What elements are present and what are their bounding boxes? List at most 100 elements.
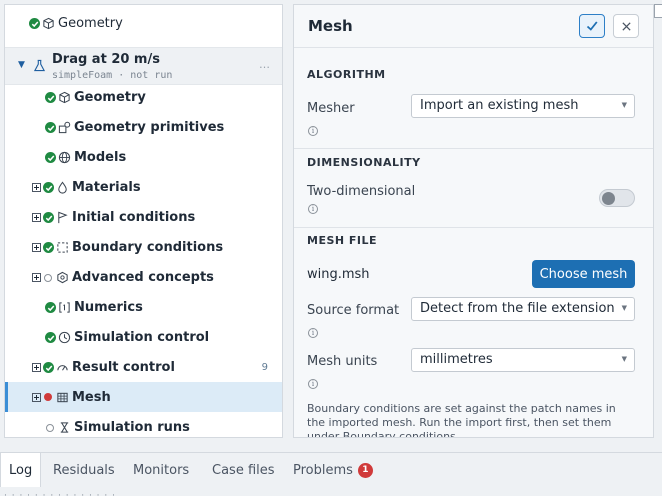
tree-item-numerics[interactable]: Numerics xyxy=(45,300,280,315)
source-format-select[interactable]: Detect from the file extension ▼ xyxy=(411,297,635,321)
info-icon[interactable]: i xyxy=(308,204,318,214)
choose-mesh-button[interactable]: Choose mesh xyxy=(532,260,635,288)
tree-item-simulation-control[interactable]: Simulation control xyxy=(45,330,280,345)
panel-edge-handle[interactable] xyxy=(654,4,662,18)
panel-header: Mesh xyxy=(294,5,653,48)
status-done-icon xyxy=(43,362,54,373)
case-tree: Geometry ▼ Drag at 20 m/s simpleFoam · n… xyxy=(4,4,283,438)
mesh-file-name: wing.msh xyxy=(307,267,370,282)
status-done-icon xyxy=(45,332,56,343)
tab-log[interactable]: Log xyxy=(0,453,42,487)
close-button[interactable] xyxy=(613,14,639,38)
panel-title: Mesh xyxy=(308,17,353,35)
tree-item-initial-conditions[interactable]: Initial conditions xyxy=(32,210,280,225)
grid-icon xyxy=(56,391,69,404)
status-done-icon xyxy=(43,182,54,193)
cube-icon xyxy=(58,91,71,104)
numerics-icon xyxy=(58,301,71,314)
info-icon[interactable]: i xyxy=(308,328,318,338)
source-format-label: Source format xyxy=(307,303,400,318)
flask-icon xyxy=(33,57,46,72)
status-done-icon xyxy=(45,152,56,163)
tree-item-boundary-conditions[interactable]: Boundary conditions xyxy=(32,240,280,255)
tree-item-mesh[interactable]: Mesh xyxy=(5,382,282,412)
status-pending-icon xyxy=(44,273,52,282)
tree-item-label: Geometry xyxy=(74,90,146,105)
tab-label: Residuals xyxy=(53,462,115,478)
status-done-icon xyxy=(43,212,54,223)
expand-icon[interactable] xyxy=(32,363,41,372)
app-window: Geometry ▼ Drag at 20 m/s simpleFoam · n… xyxy=(0,0,662,496)
status-error-icon xyxy=(44,393,52,401)
more-options-icon[interactable]: … xyxy=(259,58,270,71)
tree-item-label: Result control xyxy=(72,360,175,375)
chevron-down-icon: ▼ xyxy=(621,304,627,312)
tree-item-geometry[interactable]: Geometry xyxy=(45,90,280,105)
tree-item-result-control[interactable]: Result control 9 xyxy=(32,360,280,375)
result-count-badge: 9 xyxy=(261,362,268,373)
problems-count-badge: 1 xyxy=(357,462,373,478)
expand-icon[interactable] xyxy=(32,183,41,192)
tree-item-label: Advanced concepts xyxy=(72,270,214,285)
tree-item-geometry-primitives[interactable]: Geometry primitives xyxy=(45,120,280,135)
status-done-icon xyxy=(43,242,54,253)
log-output-line: · · · · · · · · · · · · · · · xyxy=(4,491,116,496)
tree-item-advanced-concepts[interactable]: Advanced concepts xyxy=(32,270,280,285)
droplet-icon xyxy=(56,181,69,194)
section-algorithm: ALGORITHM xyxy=(307,68,386,81)
tree-item-label: Initial conditions xyxy=(72,210,196,225)
tab-label: Case files xyxy=(212,462,275,478)
case-subtitle: simpleFoam · not run xyxy=(52,70,173,81)
source-format-value: Detect from the file extension xyxy=(420,301,615,316)
mesher-value: Import an existing mesh xyxy=(420,98,579,113)
mesh-units-select[interactable]: millimetres ▼ xyxy=(411,348,635,372)
mesh-settings-panel: Mesh ALGORITHM Mesher i Import an existi… xyxy=(293,4,654,438)
mesh-units-label: Mesh units xyxy=(307,354,378,369)
tab-monitors[interactable]: Monitors xyxy=(133,453,189,487)
tree-item-label: Geometry primitives xyxy=(74,120,225,135)
tree-item-label: Boundary conditions xyxy=(72,240,224,255)
gauge-icon xyxy=(56,361,69,374)
boundary-icon xyxy=(56,241,69,254)
tab-problems[interactable]: Problems 1 xyxy=(293,453,373,487)
tab-case-files[interactable]: Case files xyxy=(212,453,275,487)
tree-item-label: Simulation control xyxy=(74,330,210,345)
tree-item-label: Geometry xyxy=(58,16,123,31)
expand-icon[interactable] xyxy=(32,392,41,402)
tree-item-materials[interactable]: Materials xyxy=(32,180,280,195)
info-icon[interactable]: i xyxy=(308,379,318,389)
expand-icon[interactable] xyxy=(32,273,41,282)
info-icon[interactable]: i xyxy=(308,126,318,136)
status-done-icon xyxy=(45,302,56,313)
hexagon-icon xyxy=(56,271,69,284)
collapse-caret-icon[interactable]: ▼ xyxy=(18,60,25,70)
section-dimensionality: DIMENSIONALITY xyxy=(307,156,421,169)
confirm-button[interactable] xyxy=(579,14,605,38)
two-dimensional-label: Two-dimensional xyxy=(307,184,416,199)
tree-item-models[interactable]: Models xyxy=(45,150,280,165)
mesh-units-value: millimetres xyxy=(420,352,493,367)
tab-label: Monitors xyxy=(133,462,190,478)
case-title: Drag at 20 m/s xyxy=(52,52,160,67)
shapes-icon xyxy=(58,121,71,134)
two-dimensional-toggle[interactable] xyxy=(599,189,635,207)
runs-icon xyxy=(58,421,71,434)
tree-item-label: Mesh xyxy=(72,389,111,405)
globe-icon xyxy=(58,151,71,164)
clock-icon xyxy=(58,331,71,344)
tree-item-label: Models xyxy=(74,150,127,165)
tree-item-label: Numerics xyxy=(74,300,143,315)
tab-residuals[interactable]: Residuals xyxy=(53,453,115,487)
expand-icon[interactable] xyxy=(32,243,41,252)
tree-item-geometry-top[interactable]: Geometry xyxy=(29,16,279,31)
divider xyxy=(294,148,653,149)
expand-icon[interactable] xyxy=(32,213,41,222)
mesher-select[interactable]: Import an existing mesh ▼ xyxy=(411,94,635,118)
tree-item-simulation-runs[interactable]: Simulation runs xyxy=(45,420,280,435)
bottom-tab-bar: Log Residuals Monitors Case files Proble… xyxy=(0,452,662,496)
case-header[interactable]: ▼ Drag at 20 m/s simpleFoam · not run … xyxy=(5,47,282,85)
check-icon xyxy=(586,21,598,31)
tab-label: Problems xyxy=(293,462,353,478)
status-done-icon xyxy=(45,122,56,133)
mesher-label: Mesher xyxy=(307,101,355,116)
